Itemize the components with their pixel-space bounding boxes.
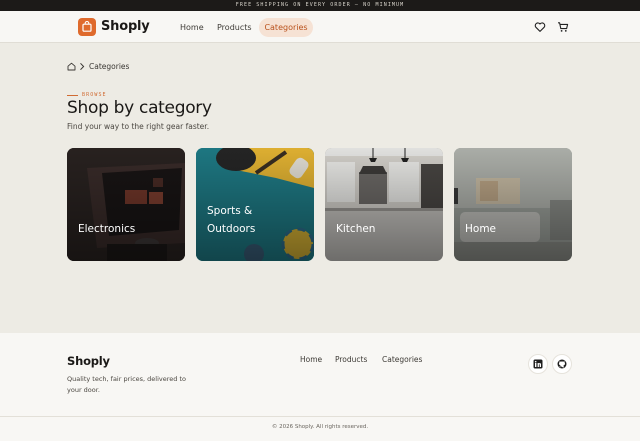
page-subtitle: Find your way to the right gear faster. bbox=[67, 122, 210, 131]
github-button[interactable] bbox=[552, 354, 572, 374]
logo-bag-icon[interactable] bbox=[78, 18, 96, 36]
category-card-sports-outdoors[interactable]: Sports & Outdoors bbox=[196, 148, 314, 261]
breadcrumb-current: Categories bbox=[89, 62, 130, 71]
footer-link-home[interactable]: Home bbox=[300, 355, 322, 364]
card-shade bbox=[67, 148, 185, 261]
eyebrow-rule bbox=[67, 95, 78, 96]
nav-products[interactable]: Products bbox=[217, 18, 252, 37]
footer-tagline: Quality tech, fair prices, delivered to … bbox=[67, 375, 187, 394]
site-header: Shoply Home Products Categories bbox=[0, 11, 640, 43]
footer-link-products[interactable]: Products bbox=[335, 355, 367, 364]
heart-icon[interactable] bbox=[534, 21, 546, 33]
chevron-right-icon bbox=[80, 62, 85, 71]
category-label: Sports & Outdoors bbox=[207, 205, 256, 235]
footer-link-categories[interactable]: Categories bbox=[382, 355, 422, 364]
card-shade bbox=[454, 148, 572, 261]
card-shade bbox=[325, 148, 443, 261]
linkedin-icon bbox=[533, 359, 543, 369]
footer-divider bbox=[0, 416, 640, 417]
github-icon bbox=[557, 359, 567, 369]
site-footer: Shoply Quality tech, fair prices, delive… bbox=[0, 333, 640, 441]
nav-categories[interactable]: Categories bbox=[259, 18, 313, 37]
category-card-kitchen[interactable]: Kitchen bbox=[325, 148, 443, 261]
nav-home[interactable]: Home bbox=[180, 18, 204, 37]
copyright-text: © 2026 Shoply. All rights reserved. bbox=[271, 424, 369, 430]
category-label: Kitchen bbox=[336, 223, 376, 235]
category-card-electronics[interactable]: Electronics bbox=[67, 148, 185, 261]
footer-logo[interactable]: Shoply bbox=[67, 354, 110, 368]
linkedin-button[interactable] bbox=[528, 354, 548, 374]
category-card-home[interactable]: Home bbox=[454, 148, 572, 261]
logo-wordmark[interactable]: Shoply bbox=[101, 19, 150, 34]
home-icon[interactable] bbox=[67, 62, 76, 71]
cart-icon[interactable] bbox=[557, 21, 569, 33]
page-title: Shop by category bbox=[67, 98, 212, 118]
category-label: Home bbox=[465, 223, 497, 235]
category-label: Electronics bbox=[78, 223, 136, 235]
promo-banner: FREE SHIPPING ON EVERY ORDER — NO MINIMU… bbox=[0, 0, 640, 11]
